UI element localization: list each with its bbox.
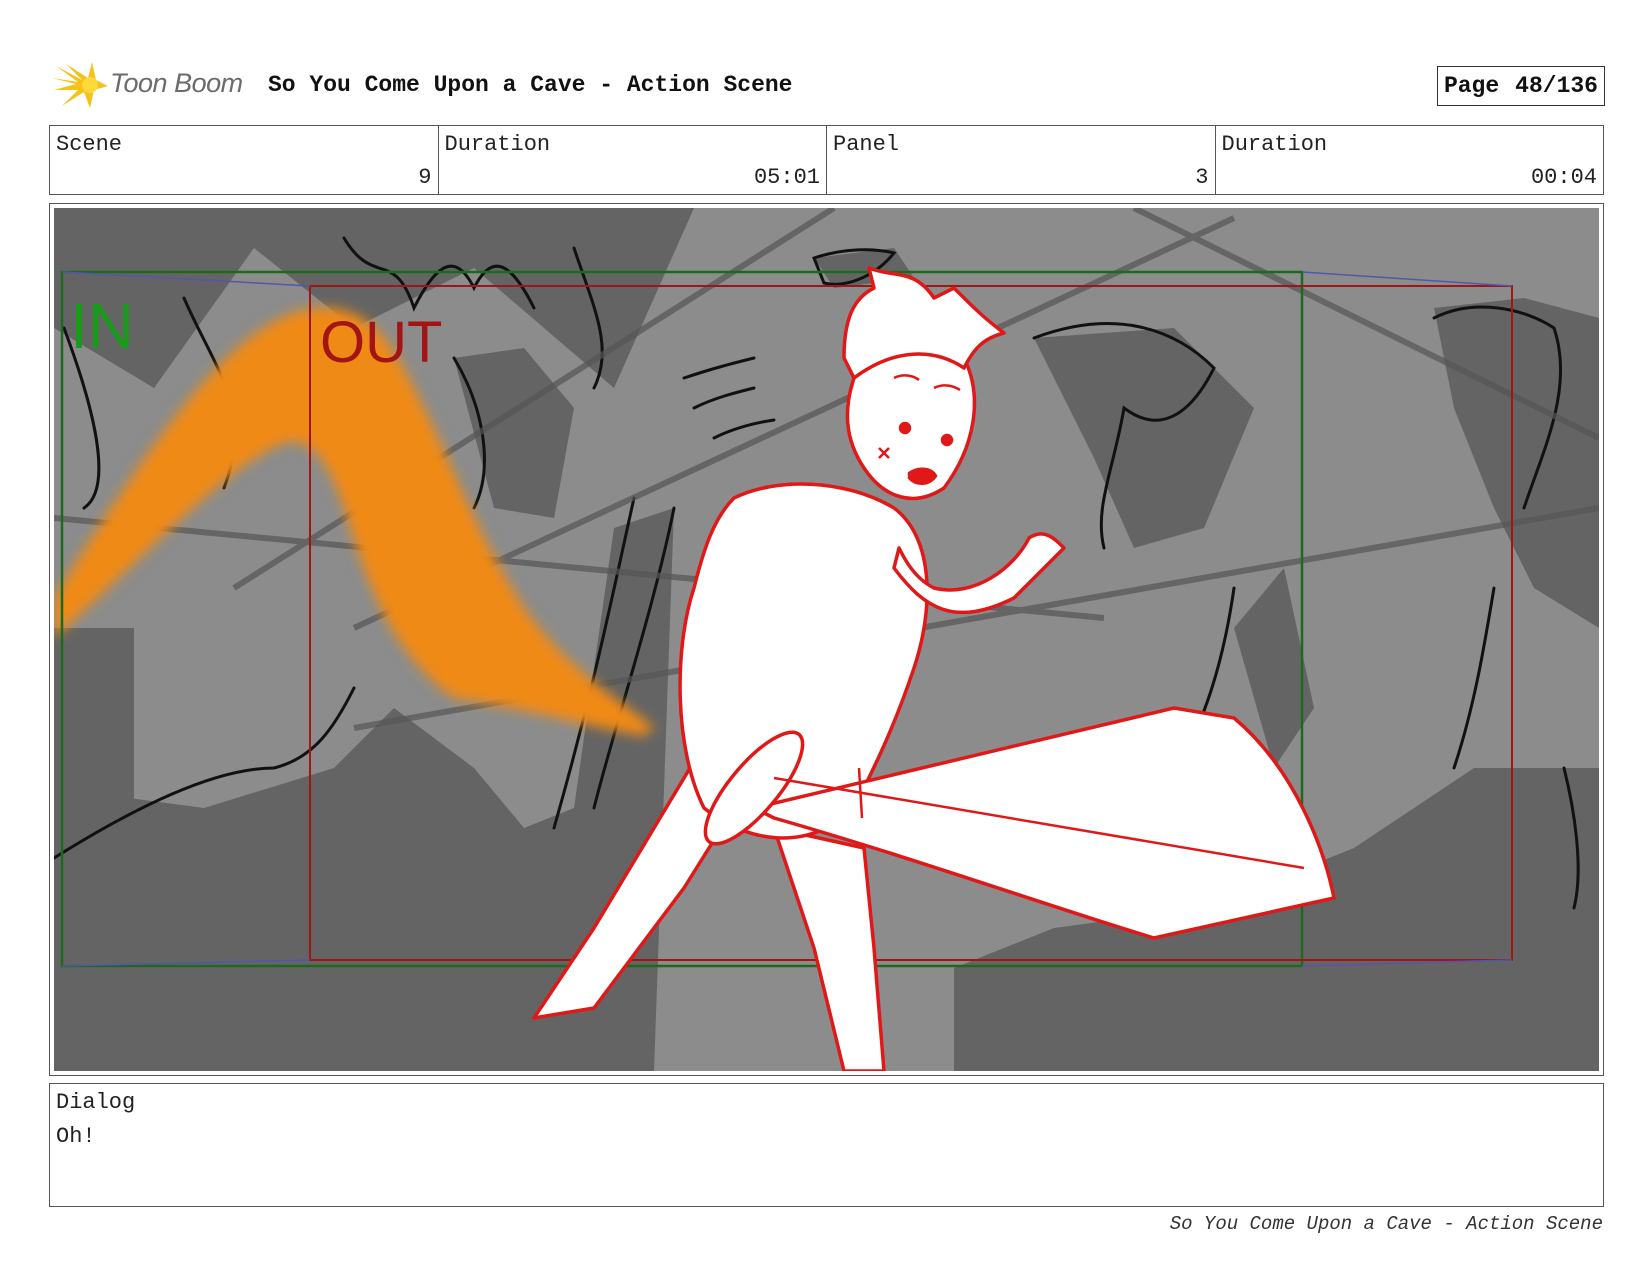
panel-duration-value: 00:04 — [1530, 165, 1597, 190]
panel-info-row: Scene 9 Duration 05:01 Panel 3 Duration … — [49, 125, 1604, 195]
page-indicator: Page 48/136 — [1436, 66, 1605, 106]
dialog-box: Dialog Oh! — [49, 1083, 1604, 1207]
dialog-label: Dialog — [56, 1090, 136, 1115]
scene-label: Scene — [56, 132, 123, 157]
dialog-text: Oh! — [56, 1124, 96, 1149]
toon-boom-logo: Toon Boom — [52, 60, 252, 110]
page-header: Toon Boom So You Come Upon a Cave - Acti… — [52, 58, 1605, 114]
logo-wordmark: Toon Boom — [110, 68, 243, 98]
panel-label: Panel — [833, 132, 900, 157]
out-frame-label: OUT — [320, 310, 442, 375]
page-label: Page — [1443, 73, 1500, 99]
scene-duration-label: Duration — [444, 132, 551, 157]
page-footer: So You Come Upon a Cave - Action Scene — [1169, 1213, 1603, 1235]
scene-duration-cell: Duration 05:01 — [439, 126, 827, 194]
scene-value: 9 — [418, 165, 432, 190]
page-number: 48/136 — [1515, 73, 1598, 99]
panel-duration-cell: Duration 00:04 — [1216, 126, 1604, 194]
panel-value: 3 — [1195, 165, 1209, 190]
document-title: So You Come Upon a Cave - Action Scene — [268, 72, 793, 98]
scene-cell: Scene 9 — [50, 126, 439, 194]
in-frame-label: IN — [70, 290, 134, 362]
starburst-icon — [52, 62, 108, 108]
storyboard-panel: IN OUT — [49, 203, 1604, 1076]
panel-artwork: IN OUT — [54, 208, 1599, 1071]
scene-duration-value: 05:01 — [753, 165, 820, 190]
panel-duration-label: Duration — [1221, 132, 1328, 157]
panel-cell: Panel 3 — [827, 126, 1216, 194]
